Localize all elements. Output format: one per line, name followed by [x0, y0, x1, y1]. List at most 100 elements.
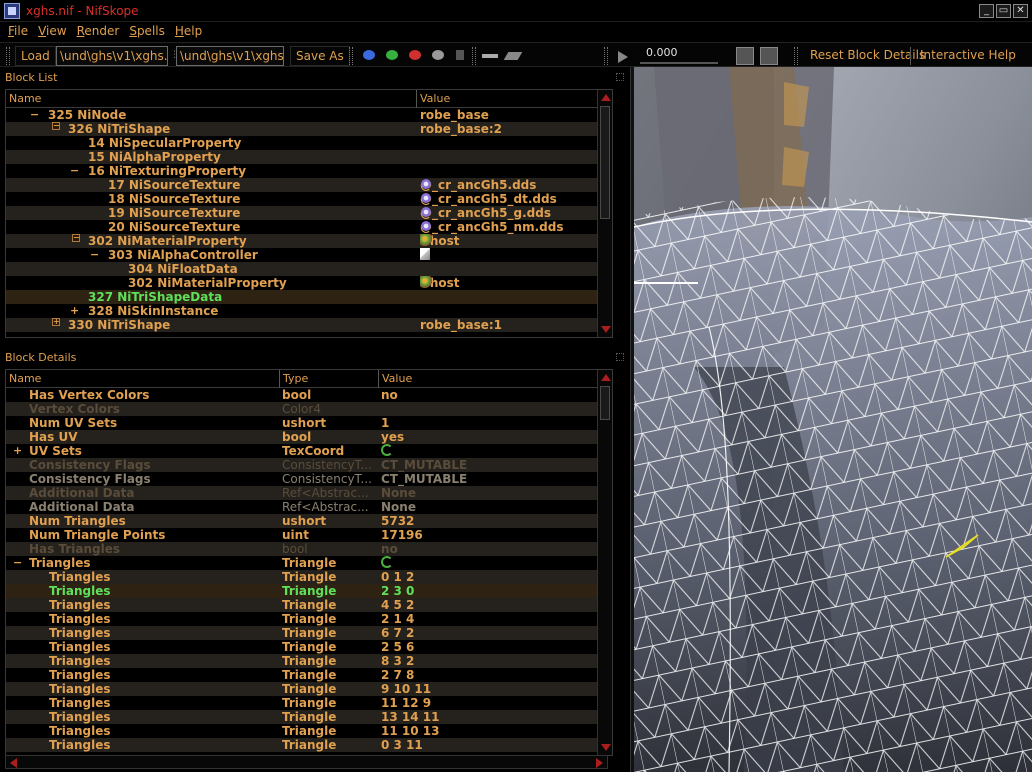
- detail-row[interactable]: Has Vertex Colors bool no: [6, 388, 612, 402]
- col-type[interactable]: Type: [283, 372, 308, 385]
- detail-row[interactable]: Triangles Triangle 0 3 11: [6, 738, 612, 752]
- toolbar-grip[interactable]: [6, 47, 10, 65]
- field-value[interactable]: 8 3 2: [381, 654, 414, 668]
- dock-float-icon-2[interactable]: [616, 353, 624, 361]
- dock-float-icon[interactable]: [616, 73, 624, 81]
- collapse-icon[interactable]: −: [13, 556, 22, 570]
- detail-row[interactable]: Consistency Flags ConsistencyT... CT_MUTAB…: [6, 472, 612, 486]
- detail-row[interactable]: Triangles Triangle 11 10 13: [6, 724, 612, 738]
- interactive-help-button[interactable]: Interactive Help: [920, 46, 1016, 66]
- collapse-icon[interactable]: −: [90, 248, 99, 262]
- block-list-row[interactable]: −303 NiAlphaController: [6, 248, 612, 262]
- detail-row[interactable]: Additional Data Ref<Abstrac... None: [6, 500, 612, 514]
- detail-row[interactable]: Triangles Triangle 8 3 2: [6, 654, 612, 668]
- detail-row[interactable]: Has UV bool yes: [6, 430, 612, 444]
- horizontal-scrollbar[interactable]: [5, 755, 608, 769]
- detail-row[interactable]: Consistency Flags ConsistencyT... CT_MUTAB…: [6, 458, 612, 472]
- block-details-tree[interactable]: Name Type Value Has Vertex Colors bool no V…: [5, 369, 613, 756]
- restore-button[interactable]: ▭: [996, 4, 1011, 18]
- block-list-row[interactable]: +330 NiTriShape robe_base:1: [6, 318, 612, 332]
- field-value[interactable]: 11 10 13: [381, 724, 439, 738]
- detail-row[interactable]: Triangles Triangle 2 7 8: [6, 668, 612, 682]
- scroll-up-icon[interactable]: [601, 374, 611, 381]
- field-value[interactable]: 4 5 2: [381, 598, 414, 612]
- block-list-scrollbar[interactable]: [597, 90, 612, 337]
- field-value[interactable]: 2 1 4: [381, 612, 414, 626]
- scroll-up-icon[interactable]: [601, 94, 611, 101]
- field-value[interactable]: 2 5 6: [381, 640, 414, 654]
- field-value[interactable]: None: [381, 500, 416, 514]
- scroll-thumb[interactable]: [600, 106, 610, 219]
- block-details-scrollbar[interactable]: [597, 370, 612, 755]
- menu-spells[interactable]: Spells: [125, 22, 171, 41]
- block-list-row[interactable]: 327 NiTriShapeData: [6, 290, 612, 304]
- collapse-icon[interactable]: −: [70, 164, 79, 178]
- detail-row[interactable]: Has Triangles bool no: [6, 542, 612, 556]
- block-list-row[interactable]: 19 NiSourceTexture @_cr_ancGh5_g.dds: [6, 206, 612, 220]
- axis-icon[interactable]: [482, 54, 498, 58]
- expand-icon[interactable]: +: [13, 444, 22, 458]
- field-value[interactable]: 2 3 0: [381, 584, 414, 598]
- menu-file[interactable]: File: [4, 22, 34, 41]
- field-value[interactable]: 6 7 2: [381, 626, 414, 640]
- field-value[interactable]: 11 12 9: [381, 696, 431, 710]
- detail-row[interactable]: Triangles Triangle 6 7 2: [6, 626, 612, 640]
- block-list-row[interactable]: 18 NiSourceTexture @_cr_ancGh5_dt.dds: [6, 192, 612, 206]
- scroll-down-icon[interactable]: [601, 744, 611, 751]
- block-list-row[interactable]: 302 NiMaterialProperty Ghost: [6, 276, 612, 290]
- detail-row[interactable]: Num UV Sets ushort 1: [6, 416, 612, 430]
- block-list-row[interactable]: 20 NiSourceTexture @_cr_ancGh5_nm.dds: [6, 220, 612, 234]
- scroll-thumb[interactable]: [600, 386, 610, 420]
- menu-help[interactable]: Help: [171, 22, 208, 41]
- save-as-button[interactable]: Save As: [290, 46, 350, 66]
- detail-row[interactable]: Triangles Triangle 2 1 4: [6, 612, 612, 626]
- field-value[interactable]: CT_MUTABLE: [381, 472, 467, 486]
- detail-row[interactable]: Triangles Triangle 0 1 2: [6, 570, 612, 584]
- detail-row[interactable]: − Triangles Triangle: [6, 556, 612, 570]
- expand-icon[interactable]: +: [70, 304, 79, 318]
- col-value[interactable]: Value: [382, 372, 412, 385]
- field-value[interactable]: yes: [381, 430, 404, 444]
- detail-row[interactable]: Triangles Triangle 2 5 6: [6, 640, 612, 654]
- field-value[interactable]: 5732: [381, 514, 414, 528]
- block-list-tree[interactable]: Name Value −325 NiNode robe_base −326 NiTr…: [5, 89, 613, 338]
- field-value[interactable]: 1: [381, 416, 389, 430]
- field-value[interactable]: CT_MUTABLE: [381, 458, 467, 472]
- column-divider-2[interactable]: [378, 370, 379, 388]
- col-name[interactable]: Name: [9, 372, 41, 385]
- detail-row[interactable]: Triangles Triangle 2 3 0: [6, 584, 612, 598]
- load-button[interactable]: Load: [15, 46, 56, 66]
- detail-row[interactable]: Triangles Triangle 13 14 11: [6, 710, 612, 724]
- field-value[interactable]: 13 14 11: [381, 710, 439, 724]
- eye-blue-icon[interactable]: [363, 50, 375, 60]
- field-value[interactable]: no: [381, 542, 398, 556]
- collapse-icon[interactable]: −: [30, 108, 39, 122]
- save-path-field[interactable]: \und\ghs\v1\xghs.nif: [176, 46, 284, 66]
- field-value[interactable]: 9 10 11: [381, 682, 431, 696]
- scroll-left-icon[interactable]: [10, 758, 17, 768]
- col-value[interactable]: Value: [420, 92, 450, 105]
- eye-green-icon[interactable]: [386, 50, 398, 60]
- block-list-row[interactable]: −16 NiTexturingProperty: [6, 164, 612, 178]
- anim-switch-button[interactable]: [760, 47, 778, 65]
- field-value[interactable]: 2 7 8: [381, 668, 414, 682]
- detail-row[interactable]: Num Triangle Points uint 17196: [6, 528, 612, 542]
- block-list-row[interactable]: 304 NiFloatData: [6, 262, 612, 276]
- detail-row[interactable]: Additional Data Ref<Abstrac... None: [6, 486, 612, 500]
- detail-row[interactable]: + UV Sets TexCoord: [6, 444, 612, 458]
- column-divider[interactable]: [416, 90, 417, 108]
- expand-icon[interactable]: +: [52, 318, 60, 326]
- play-icon[interactable]: [618, 51, 628, 63]
- minimize-button[interactable]: _: [979, 4, 994, 18]
- scroll-right-icon[interactable]: [596, 758, 603, 768]
- block-list-row[interactable]: +328 NiSkinInstance: [6, 304, 612, 318]
- eye-gray-icon[interactable]: [432, 50, 444, 60]
- block-list-row[interactable]: 14 NiSpecularProperty: [6, 136, 612, 150]
- anim-loop-button[interactable]: [736, 47, 754, 65]
- eye-red-icon[interactable]: [409, 50, 421, 60]
- field-value[interactable]: 17196: [381, 528, 423, 542]
- menu-render[interactable]: Render: [73, 22, 126, 41]
- load-path-field[interactable]: \und\ghs\v1\xghs.nif: [56, 46, 168, 66]
- figure-icon[interactable]: [456, 50, 464, 60]
- field-value[interactable]: no: [381, 388, 398, 402]
